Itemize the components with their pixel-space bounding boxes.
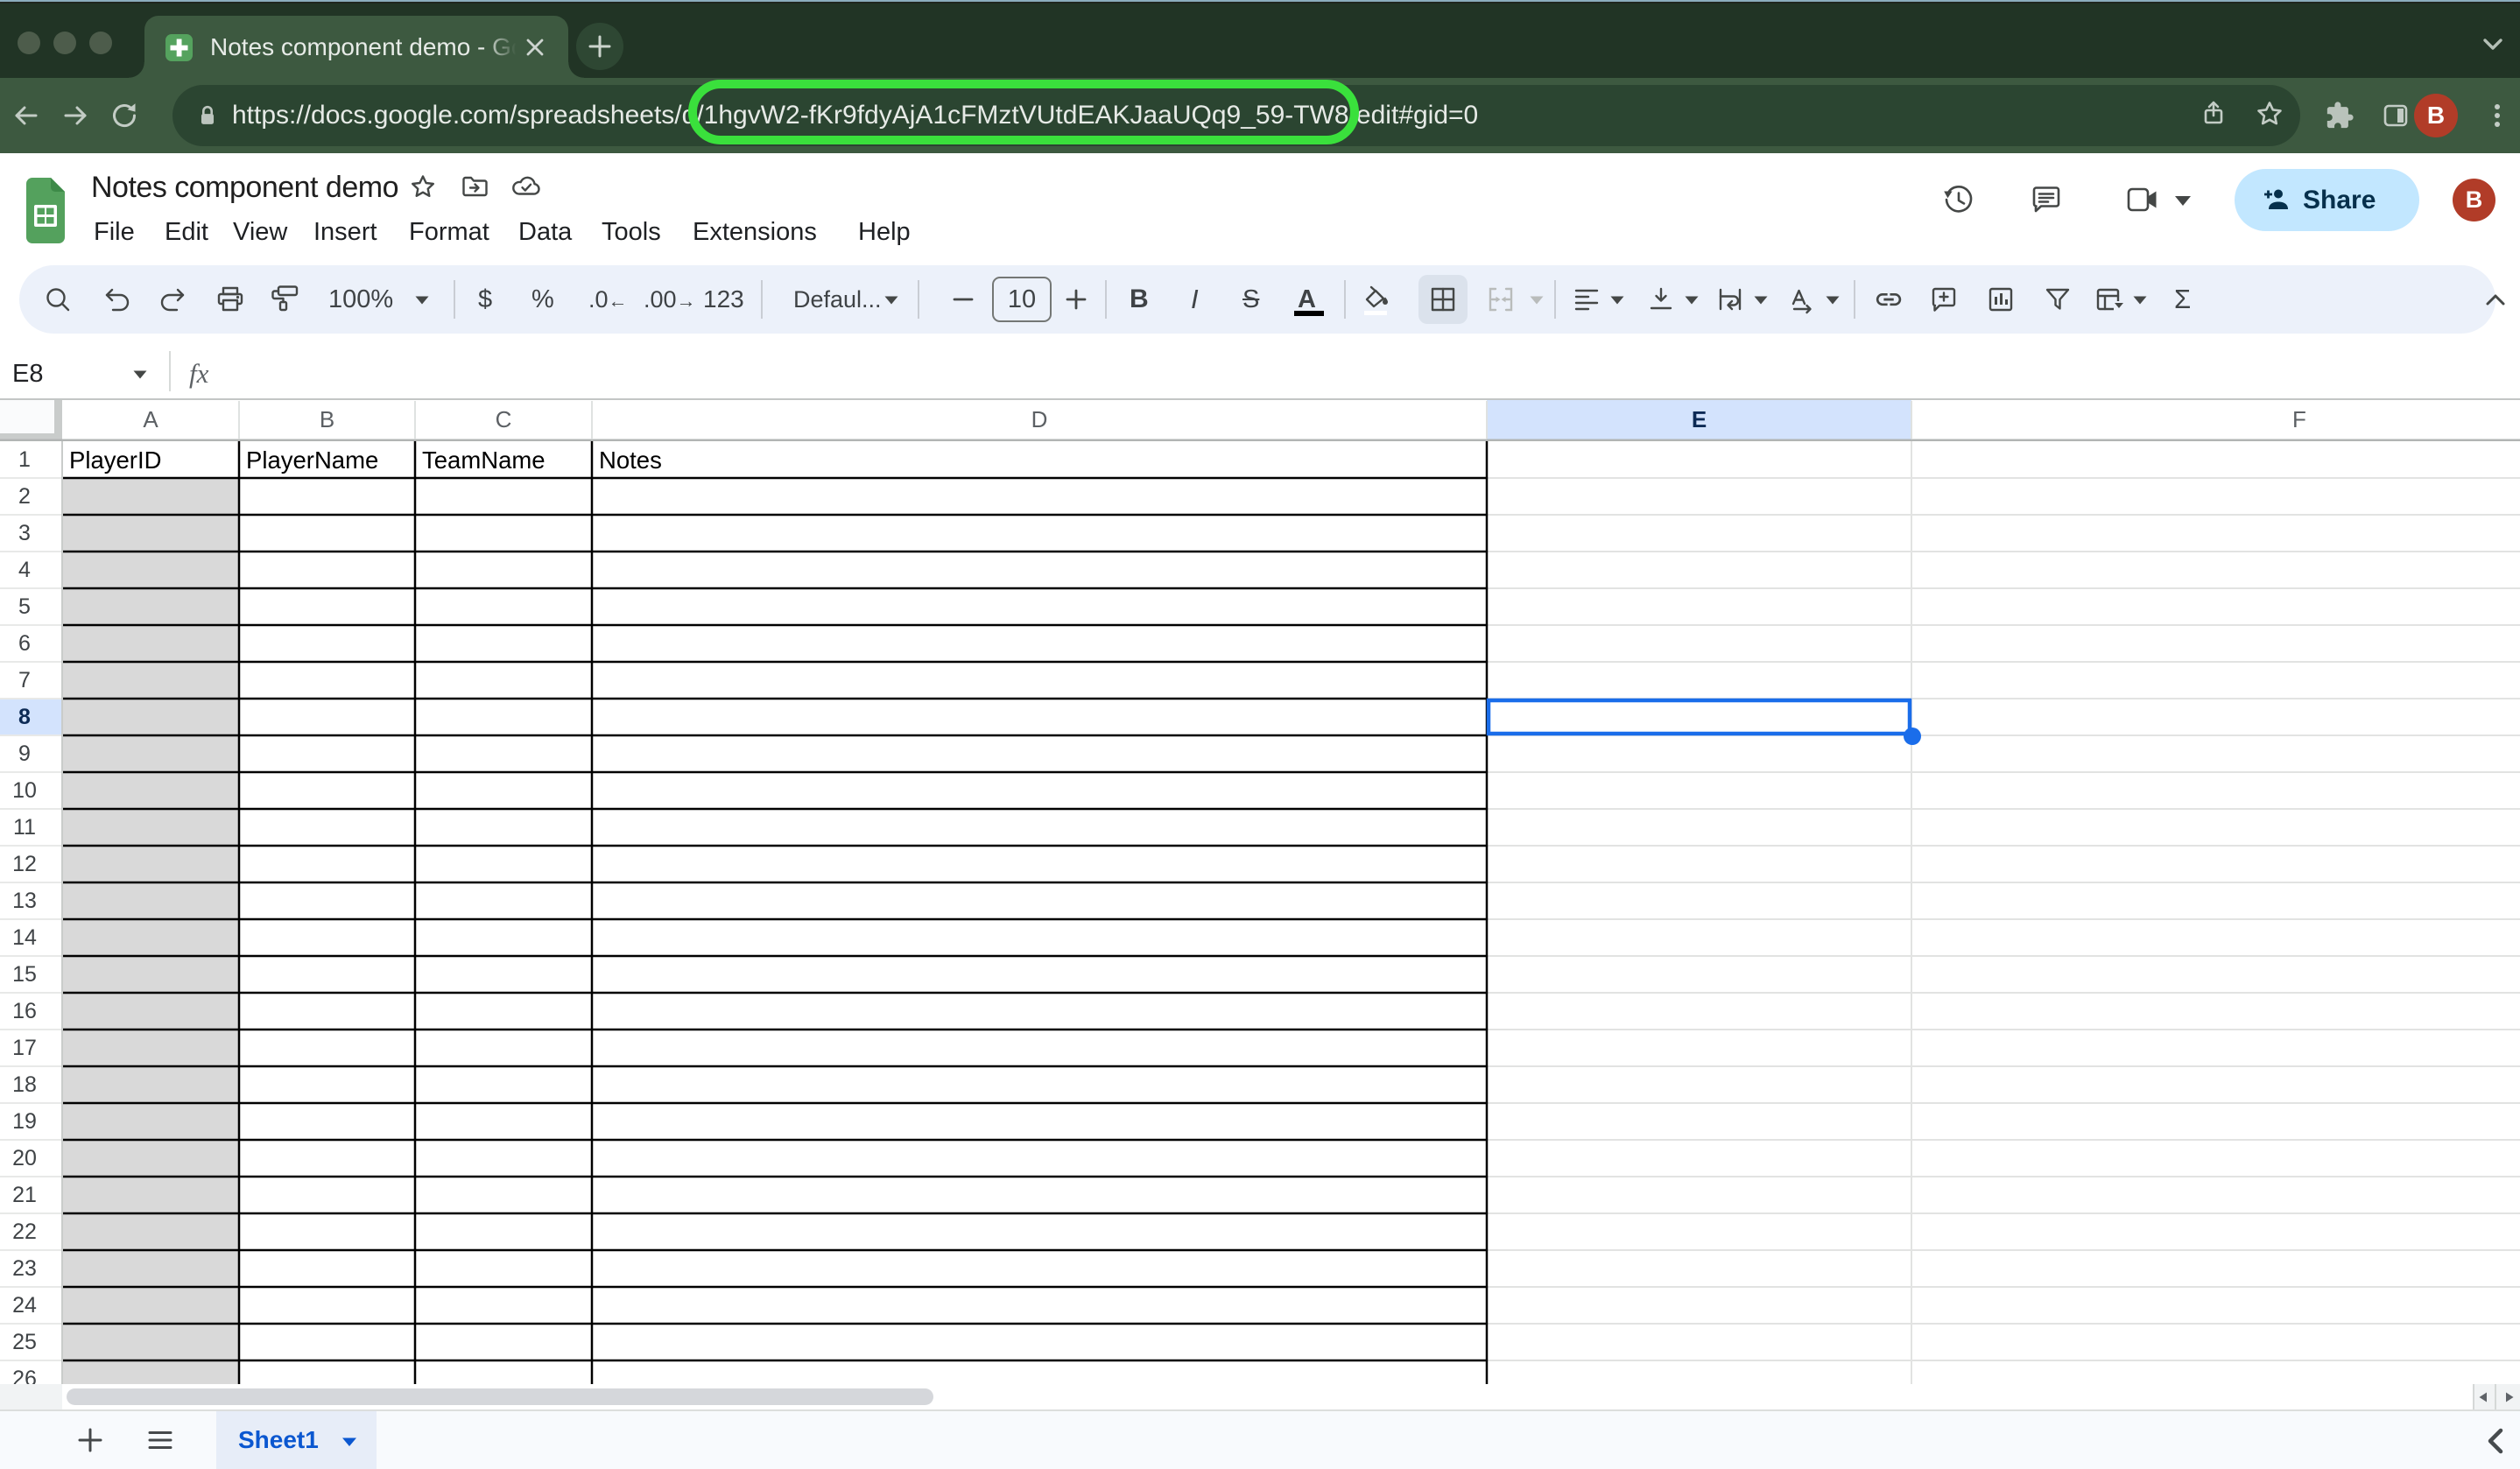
svg-text:Notes: Notes <box>599 446 662 474</box>
svg-text:PlayerName: PlayerName <box>246 446 378 474</box>
svg-text:B: B <box>320 406 334 432</box>
svg-text:10: 10 <box>12 778 37 803</box>
svg-text:24: 24 <box>12 1293 37 1318</box>
svg-text:20: 20 <box>12 1146 37 1170</box>
svg-text:19: 19 <box>12 1109 37 1134</box>
svg-text:F: F <box>2292 406 2306 432</box>
svg-text:TeamName: TeamName <box>422 446 546 474</box>
svg-text:1: 1 <box>18 447 31 472</box>
svg-text:2: 2 <box>18 484 31 509</box>
svg-text:6: 6 <box>18 631 31 656</box>
svg-text:22: 22 <box>12 1219 37 1244</box>
svg-text:18: 18 <box>12 1072 37 1097</box>
svg-text:5: 5 <box>18 594 31 619</box>
svg-text:13: 13 <box>12 889 37 913</box>
svg-text:25: 25 <box>12 1330 37 1354</box>
svg-text:8: 8 <box>18 705 31 729</box>
svg-text:D: D <box>1031 406 1048 432</box>
svg-text:23: 23 <box>12 1256 37 1281</box>
svg-text:16: 16 <box>12 999 37 1023</box>
svg-text:E: E <box>1692 406 1707 432</box>
svg-text:3: 3 <box>18 521 31 545</box>
svg-text:7: 7 <box>18 668 31 692</box>
svg-text:14: 14 <box>12 925 37 950</box>
svg-text:C: C <box>496 406 512 432</box>
svg-text:4: 4 <box>18 558 31 582</box>
svg-text:PlayerID: PlayerID <box>69 446 161 474</box>
svg-text:15: 15 <box>12 962 37 987</box>
svg-text:12: 12 <box>12 852 37 876</box>
svg-text:11: 11 <box>13 815 36 840</box>
svg-text:A: A <box>143 406 158 432</box>
svg-text:17: 17 <box>12 1036 37 1060</box>
svg-text:21: 21 <box>12 1183 37 1207</box>
svg-text:9: 9 <box>18 742 31 766</box>
